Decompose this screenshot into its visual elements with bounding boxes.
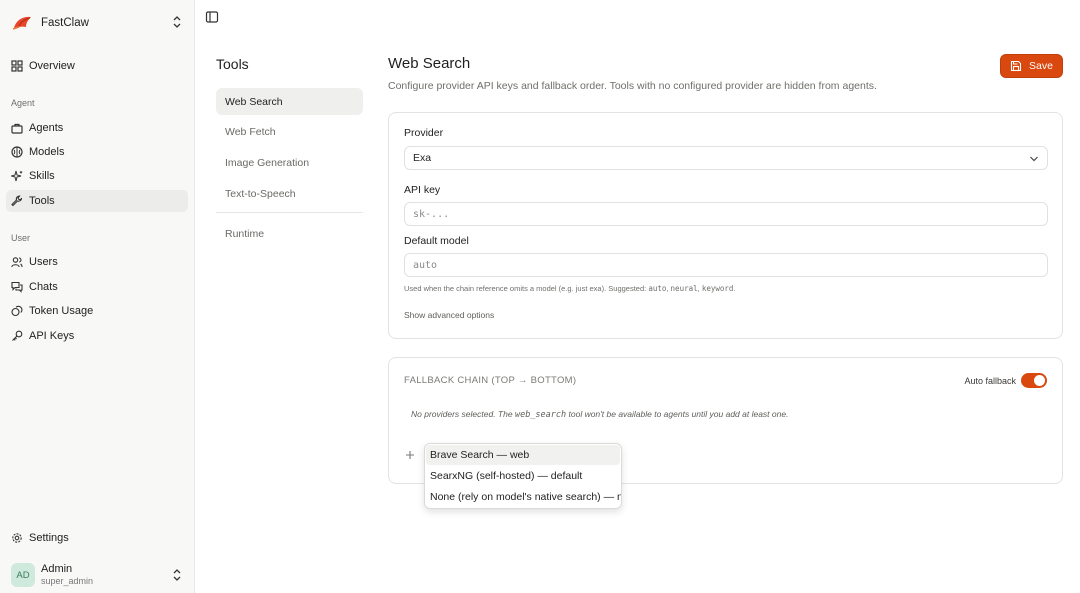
avatar: AD bbox=[11, 563, 35, 587]
sidebar-item-agents[interactable]: Agents bbox=[6, 117, 188, 139]
sidebar-item-label: Users bbox=[29, 256, 58, 268]
sidebar-item-models[interactable]: Models bbox=[6, 141, 188, 163]
sidebar-group-user: User bbox=[11, 233, 31, 243]
gear-icon bbox=[11, 532, 23, 544]
workspace-switcher[interactable]: FastClaw bbox=[11, 12, 186, 34]
sidebar: FastClaw Overview Agent Agents Models Sk… bbox=[0, 0, 195, 593]
sidebar-item-token-usage[interactable]: Token Usage bbox=[6, 300, 188, 322]
sidebar-toggle-icon[interactable] bbox=[205, 10, 219, 24]
default-model-hint: Used when the chain reference omits a mo… bbox=[404, 284, 736, 293]
tools-nav-web-search[interactable]: Web Search bbox=[216, 88, 363, 115]
sidebar-item-label: Settings bbox=[29, 532, 69, 544]
users-icon bbox=[11, 256, 23, 268]
sidebar-item-settings[interactable]: Settings bbox=[6, 527, 188, 549]
chevron-down-icon bbox=[1029, 154, 1039, 162]
provider-select-value: Exa bbox=[413, 152, 432, 164]
provider-select[interactable]: Exa bbox=[404, 146, 1048, 170]
dropdown-option-brave[interactable]: Brave Search — web bbox=[426, 445, 620, 465]
sidebar-item-label: Agents bbox=[29, 122, 64, 134]
add-provider-dropdown: Brave Search — web SearxNG (self-hosted)… bbox=[424, 443, 622, 509]
tools-nav-runtime[interactable]: Runtime bbox=[216, 220, 363, 247]
fastclaw-logo-icon bbox=[11, 14, 35, 32]
sidebar-item-tools[interactable]: Tools bbox=[6, 190, 188, 212]
save-button-label: Save bbox=[1029, 60, 1053, 72]
briefcase-icon bbox=[11, 122, 23, 134]
sidebar-item-label: Chats bbox=[29, 281, 58, 293]
sidebar-item-label: Models bbox=[29, 146, 65, 158]
sidebar-item-overview[interactable]: Overview bbox=[6, 55, 188, 77]
dropdown-option-none[interactable]: None (rely on model's native search) — n… bbox=[426, 487, 621, 507]
sidebar-item-chats[interactable]: Chats bbox=[6, 276, 188, 298]
sidebar-item-label: Token Usage bbox=[29, 305, 94, 317]
wrench-icon bbox=[11, 195, 23, 207]
provider-label: Provider bbox=[404, 127, 444, 139]
fallback-chain-title: FALLBACK CHAIN (TOP → BOTTOM) bbox=[404, 375, 577, 386]
auto-fallback: Auto fallback bbox=[964, 373, 1047, 388]
save-button[interactable]: Save bbox=[1000, 54, 1063, 78]
sidebar-item-label: Skills bbox=[29, 170, 55, 182]
tools-section-title: Tools bbox=[216, 56, 249, 72]
api-key-label: API key bbox=[404, 184, 441, 196]
user-menu[interactable]: AD Admin super_admin bbox=[11, 561, 186, 589]
dropdown-option-searxng[interactable]: SearxNG (self-hosted) — default bbox=[426, 466, 620, 486]
auto-fallback-label: Auto fallback bbox=[964, 375, 1016, 386]
sparkles-icon bbox=[11, 170, 23, 182]
key-icon bbox=[11, 330, 23, 342]
save-icon bbox=[1010, 60, 1022, 72]
sidebar-group-agent: Agent bbox=[11, 98, 35, 108]
sidebar-item-api-keys[interactable]: API Keys bbox=[6, 325, 188, 347]
sidebar-item-skills[interactable]: Skills bbox=[6, 165, 188, 187]
plus-icon[interactable] bbox=[405, 450, 415, 460]
app-name: FastClaw bbox=[41, 17, 89, 29]
provider-config-card: Provider Exa API key Default model Used … bbox=[388, 112, 1063, 339]
api-key-input[interactable] bbox=[404, 202, 1048, 226]
default-model-label: Default model bbox=[404, 235, 469, 247]
dashboard-icon bbox=[11, 60, 23, 72]
default-model-input[interactable] bbox=[404, 253, 1048, 277]
empty-chain-message: No providers selected. The web_search to… bbox=[411, 409, 789, 420]
user-meta: Admin super_admin bbox=[41, 563, 93, 587]
user-role: super_admin bbox=[41, 576, 94, 586]
auto-fallback-toggle[interactable] bbox=[1021, 373, 1047, 388]
tools-nav-image-generation[interactable]: Image Generation bbox=[216, 149, 363, 176]
sidebar-item-label: API Keys bbox=[29, 330, 75, 342]
user-name: Admin bbox=[41, 563, 73, 575]
divider bbox=[216, 212, 363, 213]
chat-icon bbox=[11, 281, 23, 293]
tools-nav-text-to-speech[interactable]: Text-to-Speech bbox=[216, 180, 363, 207]
sidebar-item-label: Overview bbox=[29, 60, 75, 72]
tools-nav-web-fetch[interactable]: Web Fetch bbox=[216, 118, 363, 145]
sidebar-item-label: Tools bbox=[29, 195, 55, 207]
show-advanced-options-link[interactable]: Show advanced options bbox=[404, 310, 494, 320]
sidebar-item-users[interactable]: Users bbox=[6, 251, 188, 273]
page-title: Web Search bbox=[388, 55, 471, 72]
brain-icon bbox=[11, 146, 23, 158]
chevron-up-down-icon bbox=[172, 568, 182, 582]
page-description: Configure provider API keys and fallback… bbox=[388, 80, 877, 92]
toggle-knob bbox=[1034, 375, 1045, 386]
chevron-up-down-icon bbox=[172, 15, 182, 29]
coins-icon bbox=[11, 305, 23, 317]
